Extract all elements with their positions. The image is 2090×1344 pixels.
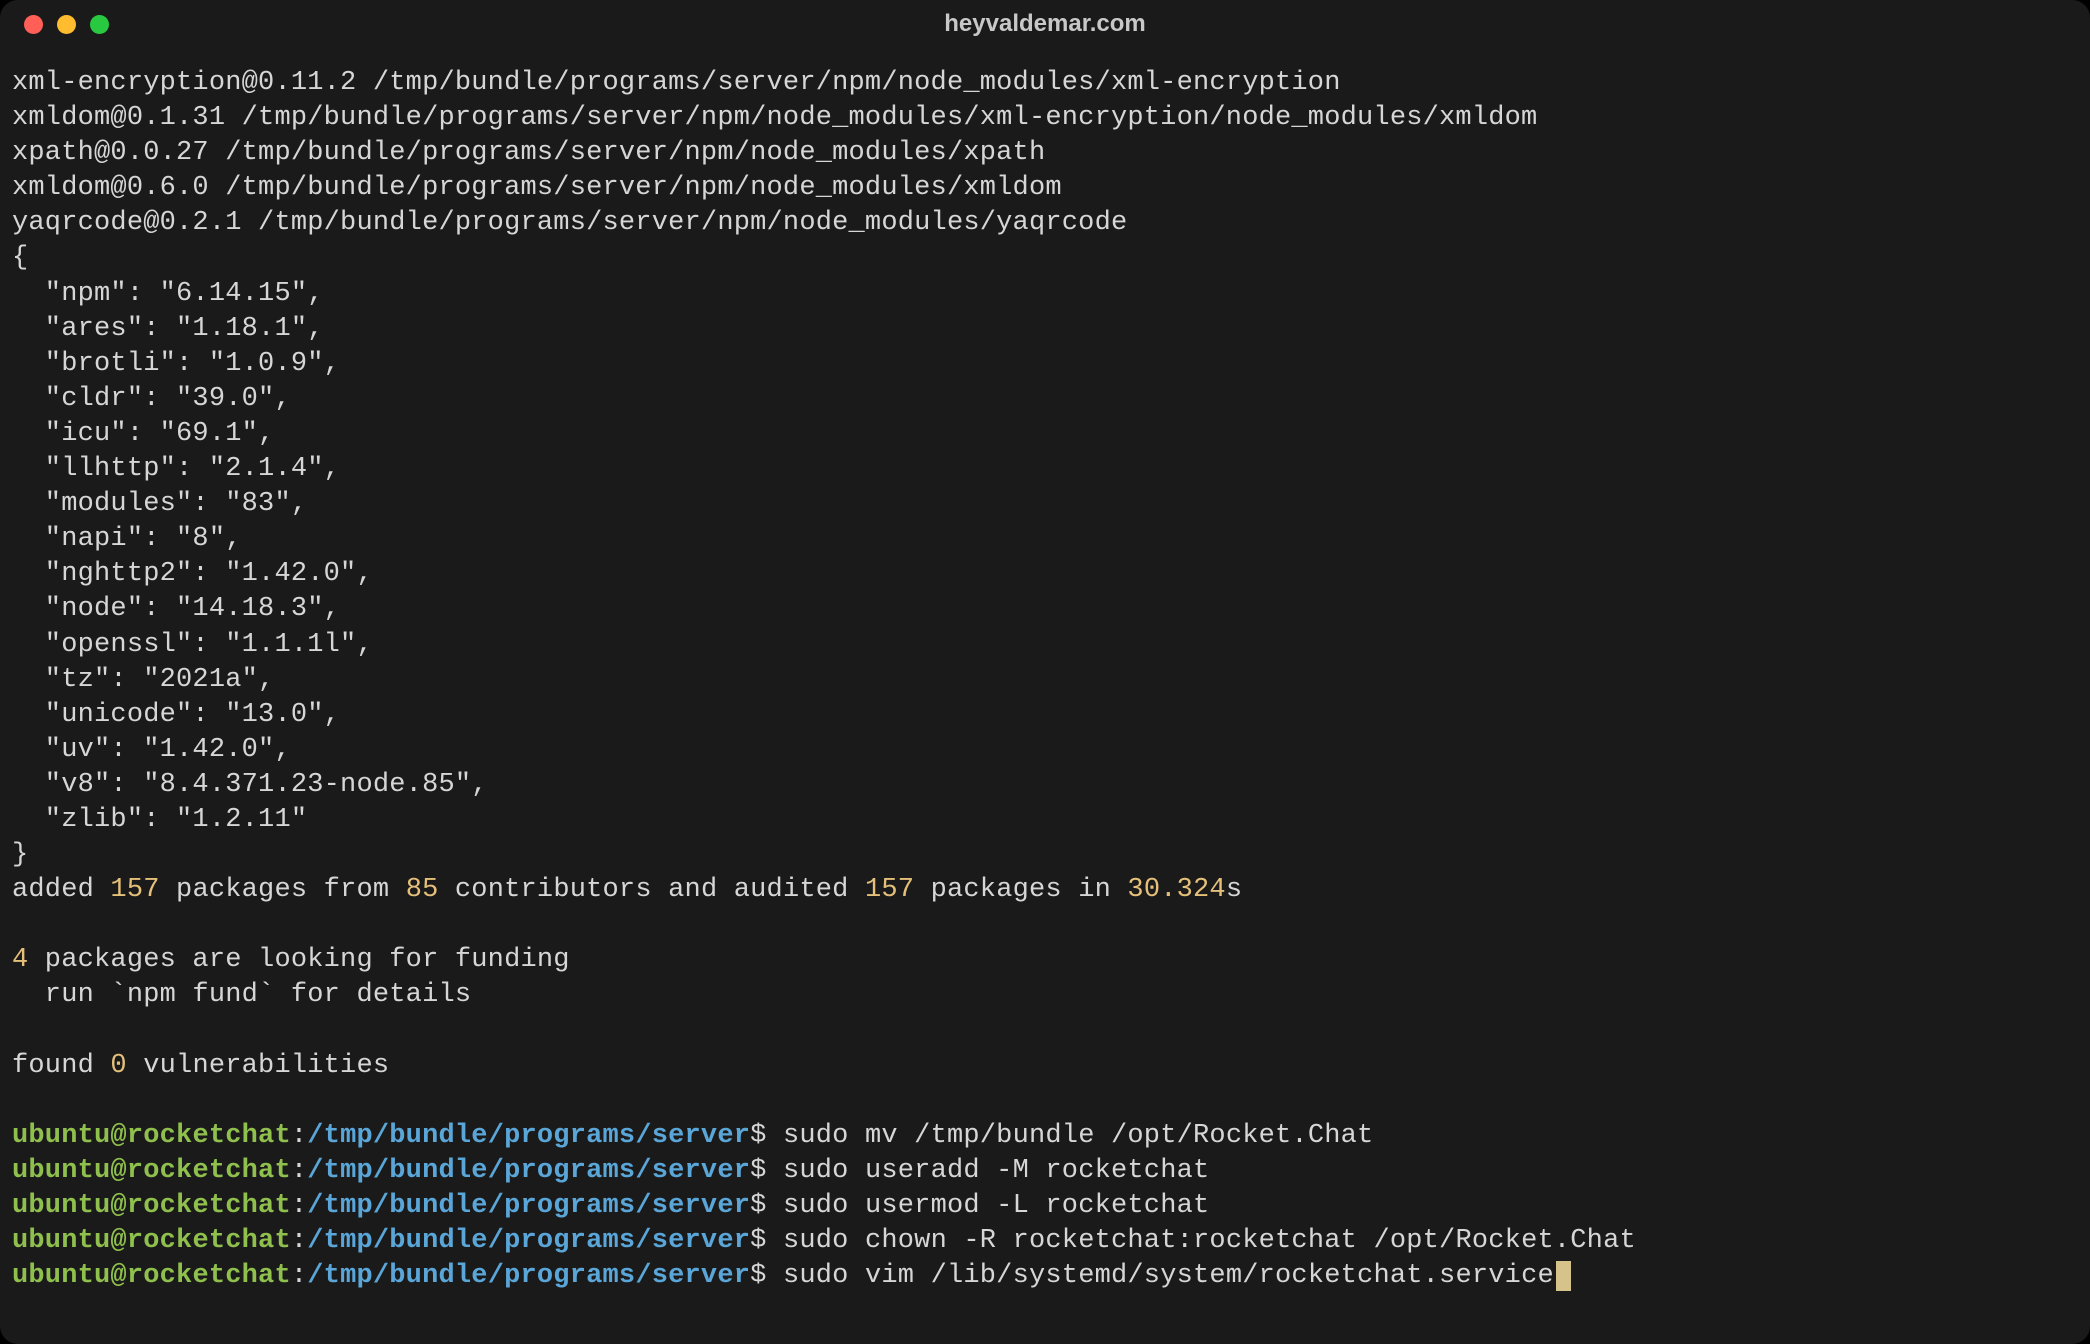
command: sudo chown -R rocketchat:rocketchat /opt… (783, 1226, 1636, 1256)
json-line: "cldr": "39.0", (12, 384, 291, 414)
cursor-icon (1556, 1261, 1571, 1291)
funding-line: 4 packages are looking for funding (12, 945, 570, 975)
output-line: xmldom@0.1.31 /tmp/bundle/programs/serve… (12, 103, 1537, 133)
json-line: "tz": "2021a", (12, 665, 274, 695)
json-line: "openssl": "1.1.1l", (12, 630, 373, 660)
summary-line: added 157 packages from 85 contributors … (12, 875, 1242, 905)
prompt-line: ubuntu@rocketchat:/tmp/bundle/programs/s… (12, 1121, 1373, 1151)
prompt-line: ubuntu@rocketchat:/tmp/bundle/programs/s… (12, 1156, 1209, 1186)
output-line: xmldom@0.6.0 /tmp/bundle/programs/server… (12, 173, 1062, 203)
json-line: "llhttp": "2.1.4", (12, 454, 340, 484)
json-line: "node": "14.18.3", (12, 594, 340, 624)
traffic-lights (24, 15, 109, 34)
json-close: } (12, 840, 28, 870)
json-line: "icu": "69.1", (12, 419, 274, 449)
json-line: "nghttp2": "1.42.0", (12, 559, 373, 589)
minimize-icon[interactable] (57, 15, 76, 34)
prompt-line[interactable]: ubuntu@rocketchat:/tmp/bundle/programs/s… (12, 1261, 1571, 1291)
json-line: "napi": "8", (12, 524, 242, 554)
prompt-line: ubuntu@rocketchat:/tmp/bundle/programs/s… (12, 1226, 1636, 1256)
json-open: { (12, 243, 28, 273)
vuln-line: found 0 vulnerabilities (12, 1051, 389, 1081)
output-line: yaqrcode@0.2.1 /tmp/bundle/programs/serv… (12, 208, 1127, 238)
output-line: xml-encryption@0.11.2 /tmp/bundle/progra… (12, 68, 1341, 98)
command-input[interactable]: sudo vim /lib/systemd/system/rocketchat.… (783, 1261, 1554, 1291)
json-line: "zlib": "1.2.11" (12, 805, 307, 835)
command: sudo usermod -L rocketchat (783, 1191, 1209, 1221)
json-line: "unicode": "13.0", (12, 700, 340, 730)
window-title: heyvaldemar.com (944, 10, 1145, 38)
maximize-icon[interactable] (90, 15, 109, 34)
funding-hint: run `npm fund` for details (12, 980, 471, 1010)
terminal-body[interactable]: xml-encryption@0.11.2 /tmp/bundle/progra… (0, 48, 2090, 1344)
json-line: "brotli": "1.0.9", (12, 349, 340, 379)
json-line: "v8": "8.4.371.23-node.85", (12, 770, 488, 800)
prompt-line: ubuntu@rocketchat:/tmp/bundle/programs/s… (12, 1191, 1209, 1221)
command: sudo mv /tmp/bundle /opt/Rocket.Chat (783, 1121, 1374, 1151)
terminal-window: heyvaldemar.com xml-encryption@0.11.2 /t… (0, 0, 2090, 1344)
json-line: "modules": "83", (12, 489, 307, 519)
command: sudo useradd -M rocketchat (783, 1156, 1209, 1186)
json-line: "ares": "1.18.1", (12, 314, 324, 344)
json-line: "npm": "6.14.15", (12, 279, 324, 309)
close-icon[interactable] (24, 15, 43, 34)
output-line: xpath@0.0.27 /tmp/bundle/programs/server… (12, 138, 1045, 168)
json-line: "uv": "1.42.0", (12, 735, 291, 765)
titlebar: heyvaldemar.com (0, 0, 2090, 48)
